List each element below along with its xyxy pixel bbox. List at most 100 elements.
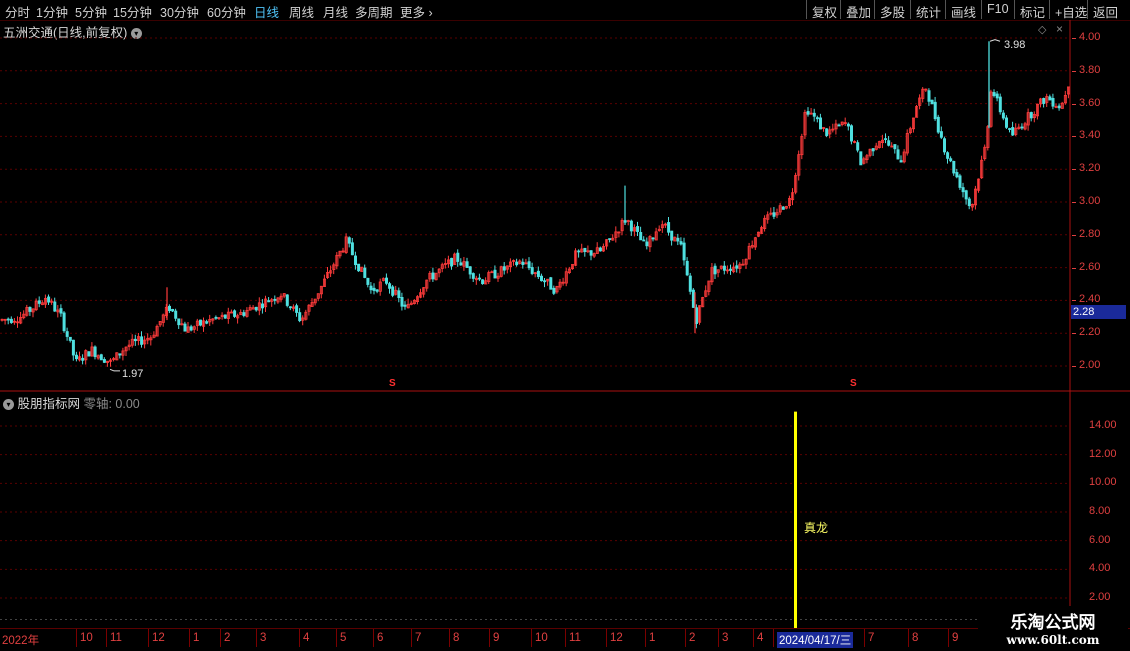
candle-body [735, 265, 739, 269]
candle-body [223, 314, 227, 319]
price-tick-label: 3.00 [1079, 195, 1101, 207]
signal-mark-s: S [389, 378, 396, 389]
candle-body [1001, 112, 1005, 119]
candle-body [174, 310, 178, 319]
multi-stock-button[interactable]: 多股 [874, 0, 910, 20]
date-separator [565, 629, 566, 647]
candle-body [946, 152, 950, 159]
more-label: 更多 [400, 6, 426, 20]
candle-body [521, 261, 525, 265]
price-tick-mark [1072, 136, 1076, 138]
candle-body [198, 319, 202, 326]
candle-body [118, 353, 122, 356]
high-marker-line [989, 39, 1001, 42]
period-tab-1min[interactable]: 1分钟 [36, 2, 68, 21]
candle-body [713, 265, 717, 275]
price-tick-mark [1072, 38, 1076, 39]
mark-button[interactable]: 标记 [1014, 0, 1050, 20]
period-tab-monthly[interactable]: 月线 [323, 2, 348, 21]
current-price-tag: 2.28 [1071, 305, 1126, 319]
candle-body [37, 300, 41, 304]
candle-body [140, 336, 144, 345]
date-separator [645, 629, 646, 647]
candle-body [347, 237, 351, 244]
candle-body [493, 269, 497, 279]
candle-body [87, 351, 91, 357]
candle-body [1057, 105, 1061, 109]
candle-body [729, 268, 733, 271]
candle-body [267, 300, 271, 303]
fuquan-button[interactable]: 复权 [806, 0, 842, 20]
candle-body [642, 239, 646, 242]
date-separator [864, 629, 865, 647]
date-separator [106, 629, 107, 647]
add-watchlist-button[interactable]: +自选 [1049, 0, 1092, 20]
candle-body [636, 226, 640, 232]
candle-body [9, 318, 13, 323]
date-separator [948, 629, 949, 647]
candle-body [939, 131, 943, 138]
candle-body [583, 247, 587, 253]
price-tick-label: 3.20 [1079, 162, 1101, 175]
cursor-date-label: 2024/04/17/三 [777, 632, 854, 648]
date-separator [373, 629, 374, 647]
candle-body [397, 290, 401, 299]
date-separator [531, 629, 532, 647]
price-tick-mark [1072, 366, 1076, 367]
overlay-button[interactable]: 叠加 [840, 0, 876, 20]
candle-body [899, 160, 903, 163]
candle-body [59, 308, 63, 314]
candle-body [403, 304, 407, 307]
candle-body [375, 289, 379, 292]
watermark: 乐淘公式网 www.60lt.com [978, 606, 1128, 647]
date-tick-label: 12 [610, 632, 623, 644]
candle-body [527, 261, 531, 269]
candle-body [357, 263, 361, 272]
candle-body [459, 262, 463, 266]
candle-body [372, 287, 376, 291]
candle-body [629, 220, 633, 232]
date-tick-label: 2 [224, 632, 231, 644]
period-tab-multi[interactable]: 多周期 [355, 2, 393, 21]
period-tab-30min[interactable]: 30分钟 [160, 2, 199, 21]
candle-body [456, 252, 460, 262]
candle-body [815, 117, 819, 120]
candle-body [171, 308, 175, 312]
price-tick-label: 3.80 [1079, 63, 1101, 76]
indicator-tick-label: 12.00 [1089, 447, 1117, 460]
period-tab-more[interactable]: 更多 › [400, 2, 433, 21]
period-tab-weekly[interactable]: 周线 [289, 2, 314, 21]
candle-body [205, 321, 209, 324]
candle-body [273, 298, 277, 301]
period-tab-5min[interactable]: 5分钟 [75, 2, 107, 21]
period-tab-fenshi[interactable]: 分时 [5, 2, 30, 21]
candle-body [1051, 97, 1055, 107]
high-price-marker: 3.98 [1004, 39, 1026, 51]
period-tab-60min[interactable]: 60分钟 [207, 2, 246, 21]
date-separator [449, 629, 450, 647]
date-tick-label: 9 [493, 632, 500, 644]
candle-body [384, 277, 388, 284]
candle-body [28, 306, 32, 312]
indicator-chart[interactable] [0, 392, 1130, 628]
f10-button[interactable]: F10 [981, 0, 1014, 19]
candle-body [859, 151, 863, 166]
date-separator [76, 629, 77, 647]
candle-body [651, 237, 655, 240]
candlestick-chart[interactable] [0, 20, 1130, 392]
back-button[interactable]: 返回 [1087, 0, 1123, 20]
date-tick-label: 10 [80, 632, 93, 644]
period-tab-15min[interactable]: 15分钟 [113, 2, 152, 21]
candle-body [549, 277, 553, 290]
statistics-button[interactable]: 统计 [910, 0, 946, 20]
period-tab-daily[interactable]: 日线 [254, 2, 279, 21]
chevron-right-icon: › [428, 6, 433, 20]
candle-body [552, 287, 556, 294]
date-tick-label: 7 [415, 632, 422, 644]
candle-body [1011, 127, 1015, 136]
draw-line-button[interactable]: 画线 [945, 0, 981, 20]
candle-body [285, 294, 289, 306]
candle-body [6, 318, 10, 321]
price-tick-mark [1072, 169, 1076, 171]
candle-body [53, 301, 57, 312]
